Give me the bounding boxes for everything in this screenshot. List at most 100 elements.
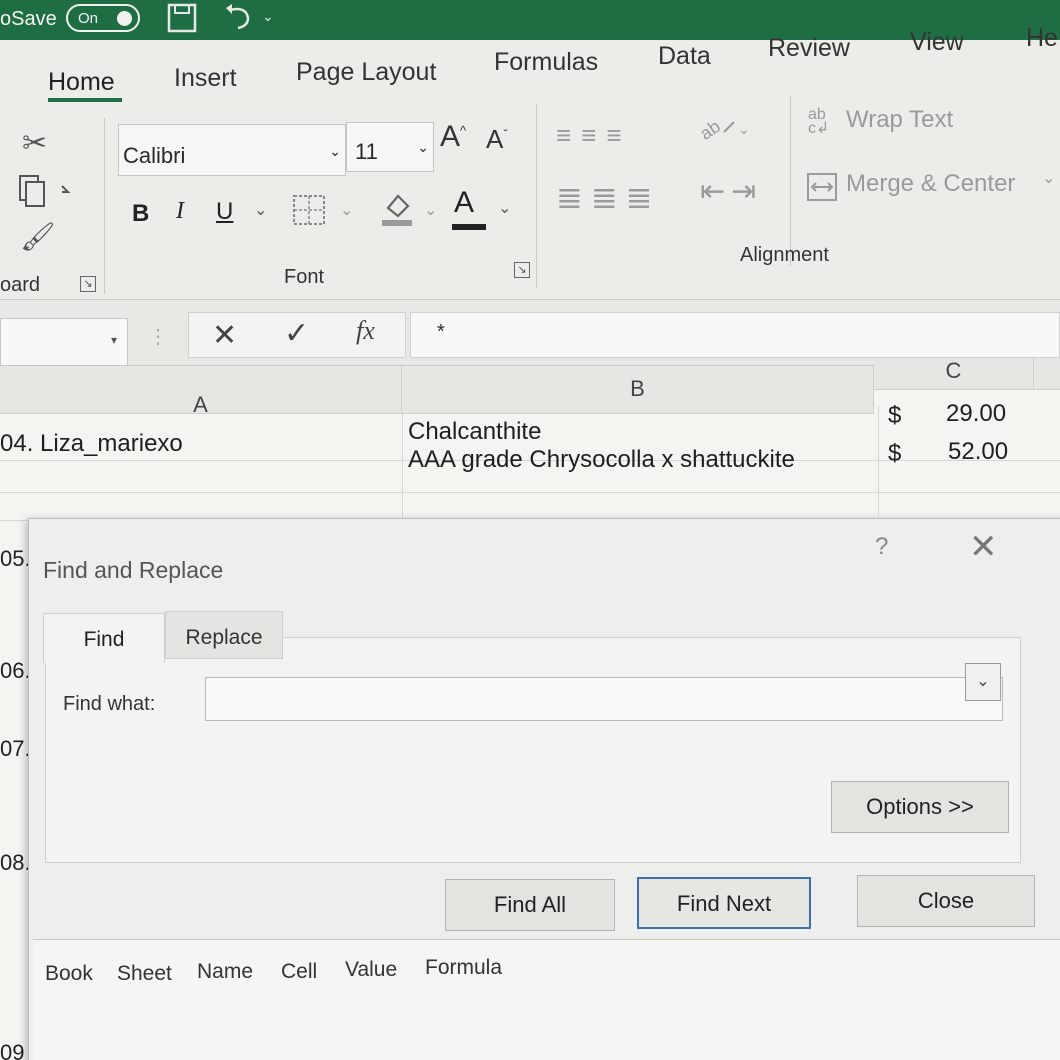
tab-review[interactable]: Review xyxy=(768,34,850,63)
cell-b1[interactable]: Chalcanthite xyxy=(408,418,541,446)
row-label: 08. xyxy=(0,850,31,875)
font-color-swatch xyxy=(452,224,486,230)
alignment-group-label: Alignment xyxy=(740,244,829,266)
cell-c2-currency: $ xyxy=(888,440,902,467)
find-replace-dialog: Find and Replace ? ✕ Find Replace Find w… xyxy=(28,518,1060,1060)
autosave-toggle[interactable]: On xyxy=(66,4,140,32)
fill-color-dropdown-icon[interactable]: ⌄ xyxy=(424,200,437,220)
format-painter-icon[interactable]: 🖌 xyxy=(20,220,56,253)
font-group-label: Font xyxy=(284,266,325,288)
result-col-book[interactable]: Book xyxy=(45,962,93,986)
result-col-value[interactable]: Value xyxy=(345,958,397,982)
italic-button[interactable]: I xyxy=(176,198,184,225)
font-name-select[interactable]: Calibri ⌄ xyxy=(118,124,346,176)
merge-center-icon[interactable] xyxy=(806,170,840,209)
options-button[interactable]: Options >> xyxy=(831,781,1009,833)
indent-icons[interactable]: ⇤⇥ xyxy=(700,174,762,209)
merge-center-button[interactable]: Merge & Center xyxy=(846,170,1015,198)
title-bar: oSave On ⌄ xyxy=(0,0,1060,40)
row-label: 07. xyxy=(0,736,31,761)
svg-text:⌄: ⌄ xyxy=(738,121,750,137)
column-header-b[interactable]: B xyxy=(402,366,874,414)
cell-c1[interactable]: 29.00 xyxy=(946,400,1006,428)
tab-formulas[interactable]: Formulas xyxy=(494,48,598,77)
row-label: 06. xyxy=(0,658,31,683)
font-color-label: A xyxy=(454,186,475,219)
column-header-d[interactable] xyxy=(1034,358,1060,390)
tab-help[interactable]: He xyxy=(1026,24,1058,53)
result-col-sheet[interactable]: Sheet xyxy=(117,962,172,986)
insert-function-button[interactable]: fx xyxy=(356,316,375,346)
tab-view[interactable]: View xyxy=(910,28,964,57)
undo-dropdown-icon[interactable]: ⌄ xyxy=(262,8,274,25)
tab-data[interactable]: Data xyxy=(658,42,711,71)
fill-color-icon[interactable] xyxy=(380,188,416,233)
result-col-formula[interactable]: Formula xyxy=(425,956,502,980)
find-next-button[interactable]: Find Next xyxy=(637,877,811,929)
font-color-button[interactable]: A xyxy=(452,186,486,230)
row-label: 09 xyxy=(0,1040,25,1060)
wrap-text-button[interactable]: Wrap Text xyxy=(846,106,953,134)
find-what-label: Find what: xyxy=(63,693,156,715)
close-icon[interactable]: ✕ xyxy=(969,527,998,567)
font-name-value: Calibri xyxy=(123,143,186,168)
save-icon[interactable] xyxy=(166,2,200,41)
tab-replace[interactable]: Replace xyxy=(165,611,283,659)
tab-page-layout[interactable]: Page Layout xyxy=(296,58,436,87)
font-launcher-icon[interactable]: ↘ xyxy=(514,262,530,278)
undo-icon[interactable] xyxy=(222,2,256,39)
group-separator xyxy=(104,118,105,294)
chevron-down-icon: ⌄ xyxy=(417,139,429,155)
wrap-text-icon[interactable]: ab c↲ xyxy=(808,107,829,137)
tab-insert[interactable]: Insert xyxy=(174,64,237,93)
group-separator xyxy=(790,96,791,266)
row-label: 05. xyxy=(0,546,31,571)
underline-dropdown-icon[interactable]: ⌄ xyxy=(254,200,267,220)
toggle-knob xyxy=(117,11,132,26)
borders-dropdown-icon[interactable]: ⌄ xyxy=(340,200,353,220)
autosave-label: oSave xyxy=(0,8,57,30)
bold-button[interactable]: B xyxy=(132,200,149,228)
cell-b2[interactable]: AAA grade Chrysocolla x shattuckite xyxy=(408,446,795,474)
find-what-input[interactable] xyxy=(205,677,1003,721)
more-dots-icon: ⋮ xyxy=(148,326,168,348)
column-divider xyxy=(878,406,879,516)
confirm-entry-button[interactable]: ✓ xyxy=(284,316,309,351)
vertical-align-icons[interactable]: ≡≡≡ xyxy=(556,120,632,151)
cell-c2[interactable]: 52.00 xyxy=(948,438,1008,466)
svg-text:ab: ab xyxy=(696,116,724,144)
font-color-dropdown-icon[interactable]: ⌄ xyxy=(498,198,511,218)
orientation-icon[interactable]: ab ⌄ xyxy=(696,110,756,151)
merge-dropdown-icon[interactable]: ⌄ xyxy=(1042,168,1055,188)
name-box[interactable]: ▾ xyxy=(0,318,128,366)
result-col-name[interactable]: Name xyxy=(197,960,253,984)
find-all-button[interactable]: Find All xyxy=(445,879,615,931)
cell-a1[interactable]: 04. Liza_mariexo xyxy=(0,430,183,458)
shrink-font-button[interactable]: Aˇ xyxy=(486,124,508,155)
tab-home[interactable]: Home xyxy=(48,68,115,97)
formula-value: * xyxy=(437,321,445,343)
underline-button[interactable]: U xyxy=(216,198,233,226)
font-size-value: 11 xyxy=(355,139,378,164)
column-header-c[interactable]: C xyxy=(874,358,1034,390)
result-col-cell[interactable]: Cell xyxy=(281,960,317,984)
cut-icon[interactable]: ✂ xyxy=(22,126,47,161)
column-header-a[interactable]: A xyxy=(0,366,402,417)
horizontal-align-icons[interactable]: ≣≣≣ xyxy=(556,178,660,216)
font-size-select[interactable]: 11 ⌄ xyxy=(346,122,434,172)
tab-find[interactable]: Find xyxy=(43,613,165,663)
autosave-toggle-label: On xyxy=(78,10,99,27)
formula-input[interactable]: * xyxy=(410,312,1060,358)
active-tab-indicator xyxy=(48,98,122,102)
row-divider xyxy=(0,492,1060,493)
borders-icon[interactable] xyxy=(292,194,328,233)
group-separator xyxy=(536,104,537,288)
find-history-dropdown[interactable]: ⌄ xyxy=(965,663,1001,701)
chevron-down-icon: ⌄ xyxy=(976,673,990,690)
help-button[interactable]: ? xyxy=(875,533,888,561)
grow-font-button[interactable]: A^ xyxy=(440,120,466,154)
clipboard-launcher-icon[interactable]: ↘ xyxy=(80,276,96,292)
cancel-entry-button[interactable]: ✕ xyxy=(212,318,237,353)
close-button[interactable]: Close xyxy=(857,875,1035,927)
copy-icon[interactable] xyxy=(16,174,72,213)
